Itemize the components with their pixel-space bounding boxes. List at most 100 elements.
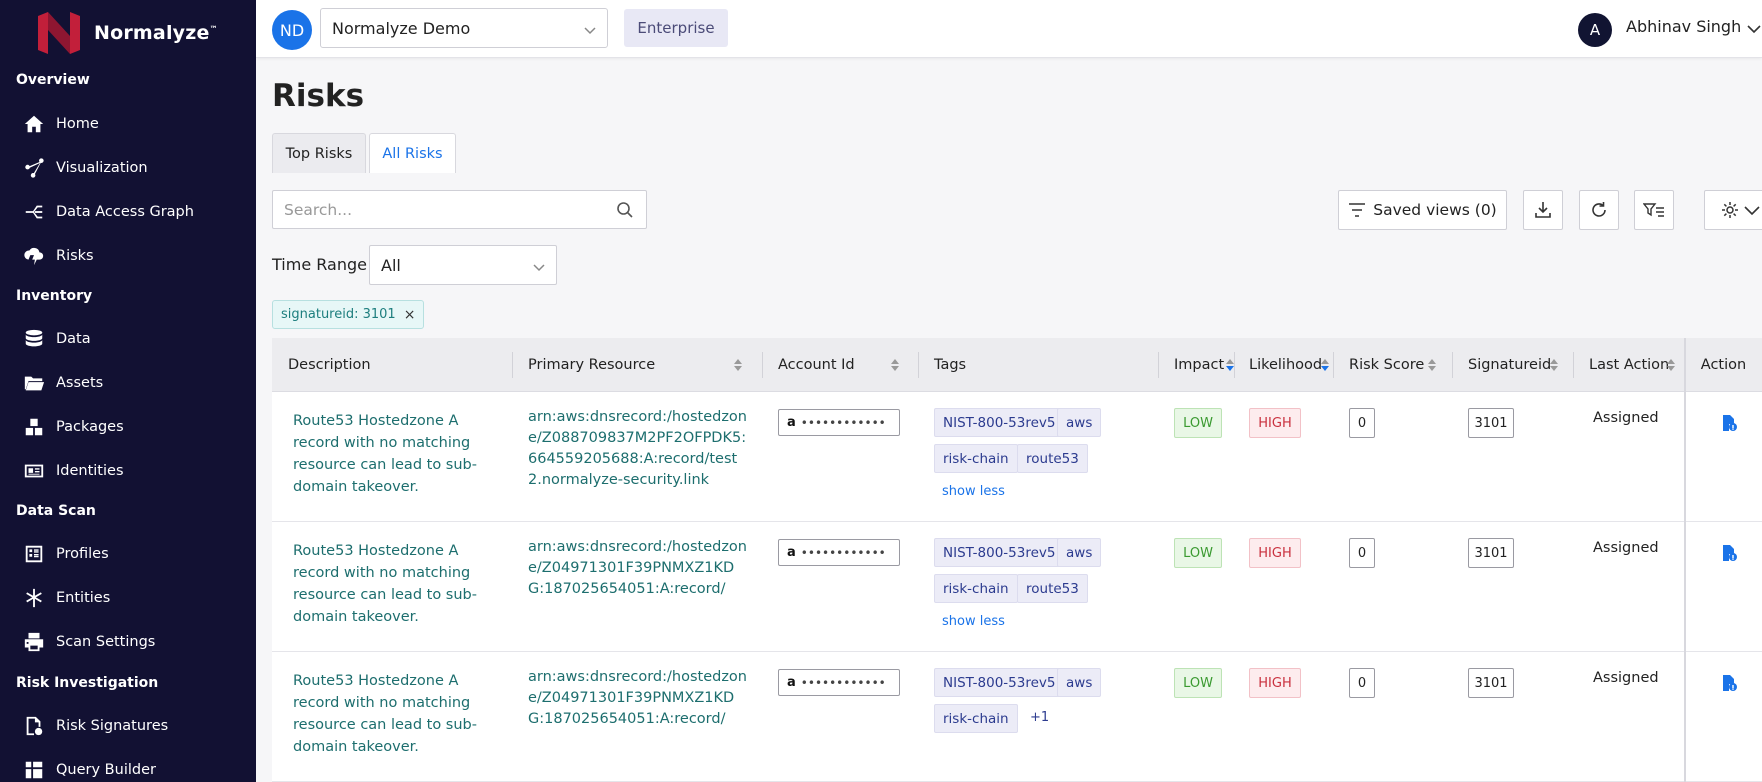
visualization-icon (22, 156, 46, 180)
sort-icon[interactable] (1427, 338, 1437, 392)
risks-table: Description Primary Resource Account Id … (272, 338, 1762, 782)
sidebar-item-entities[interactable]: Entities (22, 583, 110, 613)
column-signatureid[interactable]: Signatureid (1468, 338, 1551, 392)
sidebar-item-home[interactable]: Home (22, 109, 99, 139)
graph-icon (22, 200, 46, 224)
sort-icon[interactable] (1549, 338, 1559, 392)
sort-icon[interactable] (1666, 338, 1676, 392)
sidebar-item-profiles[interactable]: Profiles (22, 539, 109, 569)
column-risk-score[interactable]: Risk Score (1349, 338, 1424, 392)
likelihood-badge: HIGH (1249, 538, 1301, 568)
plan-badge[interactable]: Enterprise (624, 9, 728, 47)
tab-top-risks[interactable]: Top Risks (272, 133, 366, 173)
primary-resource-link[interactable]: arn:aws:dnsrecord:/hostedzone/Z04971301F… (528, 537, 748, 600)
tag[interactable]: risk-chain (934, 574, 1018, 603)
show-less-link[interactable]: show less (942, 484, 1005, 499)
sidebar-item-risks[interactable]: Risks (22, 241, 94, 271)
primary-resource-link[interactable]: arn:aws:dnsrecord:/hostedzone/Z04971301F… (528, 667, 748, 730)
column-impact[interactable]: Impact (1174, 338, 1224, 392)
sidebar-item-identities[interactable]: Identities (22, 456, 124, 486)
tag[interactable]: route53 (1017, 574, 1088, 603)
filter-chip: signatureid: 3101 × (272, 300, 425, 329)
sidebar-item-scan-settings[interactable]: Scan Settings (22, 627, 155, 657)
sidebar-item-data-access-graph[interactable]: Data Access Graph (22, 197, 194, 227)
chevron-down-icon (532, 259, 546, 278)
risk-description-link[interactable]: Route53 Hostedzone A record with no matc… (293, 540, 493, 628)
assign-action-icon[interactable] (1720, 544, 1738, 566)
sort-active-icon[interactable] (1320, 338, 1330, 392)
tag[interactable]: NIST-800-53rev5 (934, 408, 1065, 437)
remove-filter-icon[interactable]: × (404, 307, 416, 323)
column-divider[interactable] (1333, 352, 1334, 378)
more-tags-link[interactable]: +1 (1030, 710, 1049, 725)
column-divider[interactable] (762, 352, 763, 378)
action-column-separator (1684, 338, 1686, 782)
time-range-select[interactable]: All (369, 245, 557, 285)
tab-all-risks[interactable]: All Risks (369, 133, 456, 173)
likelihood-badge: HIGH (1249, 408, 1301, 438)
search-input[interactable] (273, 191, 593, 228)
user-name[interactable]: Abhinav Singh (1626, 17, 1741, 36)
column-primary-resource[interactable]: Primary Resource (528, 338, 655, 392)
advanced-filter-button[interactable] (1634, 190, 1674, 230)
column-last-action[interactable]: Last Action (1589, 338, 1669, 392)
assign-action-icon[interactable] (1720, 674, 1738, 696)
column-divider[interactable] (1452, 352, 1453, 378)
column-divider[interactable] (918, 352, 919, 378)
primary-resource-link[interactable]: arn:aws:dnsrecord:/hostedzone/Z088709837… (528, 407, 748, 491)
download-button[interactable] (1523, 190, 1563, 230)
column-divider[interactable] (1234, 352, 1235, 378)
tag[interactable]: aws (1057, 538, 1102, 567)
risk-description-link[interactable]: Route53 Hostedzone A record with no matc… (293, 670, 493, 758)
nav-section-inventory: Inventory (16, 288, 93, 304)
tag[interactable]: aws (1057, 408, 1102, 437)
table-row[interactable]: Route53 Hostedzone A record with no matc… (272, 522, 1762, 652)
sidebar-item-query-builder[interactable]: Query Builder (22, 755, 156, 782)
tag[interactable]: aws (1057, 668, 1102, 697)
user-menu-chevron-icon[interactable] (1746, 21, 1762, 40)
signatureid-value: 3101 (1468, 668, 1514, 698)
sidebar-item-risk-signatures[interactable]: Risk Signatures (22, 711, 168, 741)
column-likelihood[interactable]: Likelihood (1249, 338, 1322, 392)
column-description[interactable]: Description (288, 338, 371, 392)
column-divider[interactable] (512, 352, 513, 378)
sidebar: Normalyze™ Overview Home Visualization D… (0, 0, 256, 782)
column-account-id[interactable]: Account Id (778, 338, 855, 392)
tag[interactable]: NIST-800-53rev5 (934, 538, 1065, 567)
printer-icon (22, 630, 46, 654)
column-settings-button[interactable] (1704, 190, 1762, 230)
org-avatar[interactable]: ND (272, 10, 312, 50)
table-row[interactable]: Route53 Hostedzone A record with no matc… (272, 392, 1762, 522)
column-divider[interactable] (1573, 352, 1574, 378)
column-tags[interactable]: Tags (934, 338, 966, 392)
saved-views-button[interactable]: Saved views (0) (1338, 190, 1507, 230)
gear-icon (1722, 202, 1738, 218)
impact-badge: LOW (1174, 668, 1222, 698)
table-row[interactable]: Route53 Hostedzone A record with no matc… (272, 652, 1762, 782)
assign-action-icon[interactable] (1720, 414, 1738, 436)
risk-score-value: 0 (1349, 408, 1375, 438)
database-icon (22, 327, 46, 351)
sidebar-item-visualization[interactable]: Visualization (22, 153, 148, 183)
page-title: Risks (272, 78, 365, 114)
sidebar-item-packages[interactable]: Packages (22, 412, 124, 442)
sidebar-item-assets[interactable]: Assets (22, 368, 103, 398)
app-logo[interactable]: Normalyze™ (36, 12, 218, 54)
show-less-link[interactable]: show less (942, 614, 1005, 629)
risk-description-link[interactable]: Route53 Hostedzone A record with no matc… (293, 410, 493, 498)
sort-icon[interactable] (733, 338, 743, 392)
sidebar-item-data[interactable]: Data (22, 324, 91, 354)
search-icon[interactable] (616, 201, 634, 223)
asterisk-icon (22, 586, 46, 610)
signatureid-value: 3101 (1468, 538, 1514, 568)
tag[interactable]: NIST-800-53rev5 (934, 668, 1065, 697)
tag[interactable]: risk-chain (934, 444, 1018, 473)
org-select[interactable]: Normalyze Demo (320, 8, 608, 48)
sort-icon[interactable] (890, 338, 900, 392)
column-divider[interactable] (1158, 352, 1159, 378)
tag[interactable]: risk-chain (934, 704, 1018, 733)
tag[interactable]: route53 (1017, 444, 1088, 473)
signature-file-icon (22, 714, 46, 738)
refresh-button[interactable] (1579, 190, 1619, 230)
user-avatar[interactable]: A (1578, 13, 1612, 47)
